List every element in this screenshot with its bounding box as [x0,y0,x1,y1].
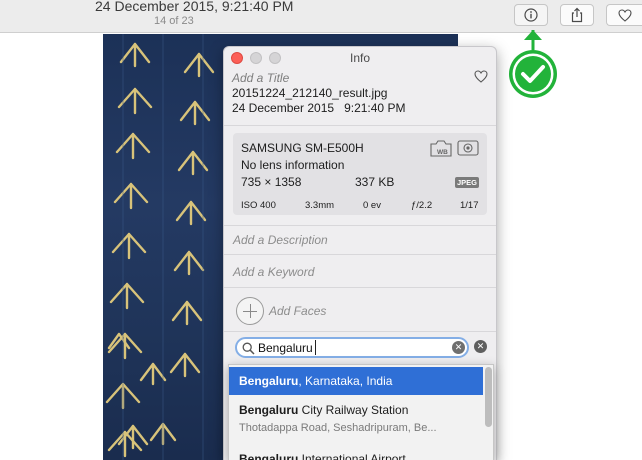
focal-length-value: 3.3mm [305,200,335,211]
heart-icon [474,70,488,83]
location-search-input[interactable]: Bengaluru ✕ [235,337,469,358]
favorite-button[interactable] [606,4,642,26]
suggestion-item[interactable]: Bengaluru, Karnataka, India [229,367,483,395]
info-button[interactable] [514,4,548,26]
suggestion-detail: Thotadappa Road, Seshadripuram, Be... [239,422,437,434]
divider [224,331,496,332]
add-faces-plus-icon[interactable] [236,297,264,325]
suggestion-title: Bengaluru, Karnataka, India [239,374,393,388]
toolbar: 24 December 2015, 9:21:40 PM 14 of 23 [0,0,642,33]
add-keyword-field[interactable]: Add a Keyword [233,265,314,279]
location-suggestions-dropdown: Bengaluru, Karnataka, India Bengaluru Ci… [228,364,494,460]
info-panel-titlebar[interactable]: Info [224,47,496,69]
divider [224,125,496,126]
divider [224,254,496,255]
shutter-speed-value: 1/17 [460,200,479,211]
white-balance-icon: WB [429,139,453,162]
divider [224,287,496,288]
heart-icon [617,8,632,22]
search-icon [242,342,255,355]
dropdown-scrollbar[interactable] [485,367,492,427]
camera-info-box: SAMSUNG SM-E500H WB No lens information … [233,133,487,215]
text-cursor [315,340,316,355]
aperture-value: ƒ/2.2 [411,200,433,211]
add-description-field[interactable]: Add a Description [233,233,328,247]
suggestion-item[interactable]: Bengaluru International Airport [229,447,483,460]
cancel-location-icon[interactable]: ✕ [474,340,487,353]
suggestion-title: Bengaluru International Airport [239,452,406,460]
divider [224,225,496,226]
format-badge: JPEG [455,177,480,188]
clear-search-icon[interactable]: ✕ [452,341,465,354]
lens-info: No lens information [241,158,345,172]
photo-date-title: 24 December 2015, 9:21:40 PM [95,0,294,14]
share-icon [571,7,583,23]
suggestion-item[interactable]: Bengaluru City Railway Station Thotadapp… [229,397,483,445]
add-faces-label[interactable]: Add Faces [269,304,326,318]
info-icon [524,8,538,22]
camera-model: SAMSUNG SM-E500H [241,141,364,155]
capture-date: 24 December 2015 9:21:40 PM [232,101,406,115]
image-dimensions: 735 × 1358 [241,175,302,189]
info-panel-title: Info [349,51,370,65]
photos-app-window: 24 December 2015, 9:21:40 PM 14 of 23 In… [0,0,642,460]
location-search-value: Bengaluru [258,341,313,355]
svg-text:WB: WB [437,149,448,156]
metering-mode-icon [457,140,479,161]
iso-value: ISO 400 [241,200,276,211]
exposure-value: 0 ev [363,200,381,211]
share-button[interactable] [560,4,594,26]
photo-count: 14 of 23 [154,15,194,27]
add-title-field[interactable]: Add a Title [232,71,289,85]
filename: 20151224_212140_result.jpg [232,86,388,100]
suggestion-title: Bengaluru City Railway Station [239,403,409,417]
favorite-toggle[interactable] [474,70,488,88]
exposure-row: ISO 400 3.3mm 0 ev ƒ/2.2 1/17 [241,200,481,212]
file-size: 337 KB [355,175,395,189]
checkmark-annotation-icon [504,30,564,102]
